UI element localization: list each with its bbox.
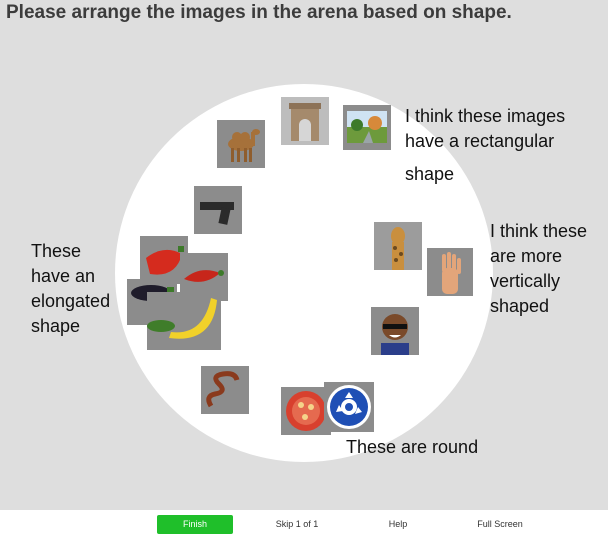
elongated-note-line1: These	[31, 241, 82, 261]
hand-image[interactable]	[427, 248, 473, 296]
roundabout-sign-image[interactable]	[324, 382, 374, 432]
arch-monument-image[interactable]	[281, 97, 329, 145]
elongated-note-line3: elongated	[31, 291, 111, 311]
landscape-image[interactable]	[343, 105, 391, 150]
rectangular-note-line1: I think these images	[405, 106, 566, 126]
banana-image[interactable]	[147, 292, 221, 350]
full-screen-button[interactable]: Full Screen	[468, 515, 532, 534]
rectangular-note-line3: shape	[405, 164, 455, 184]
snake-image[interactable]	[201, 366, 249, 414]
elongated-note-line2: have an	[31, 266, 96, 286]
finish-button[interactable]: Finish	[157, 515, 233, 534]
person-with-sunglasses-image[interactable]	[371, 307, 419, 355]
giraffe-image[interactable]	[374, 222, 422, 270]
task-instruction: Please arrange the images in the arena b…	[6, 2, 512, 23]
elongated-note-line4: shape	[31, 316, 81, 336]
help-button[interactable]: Help	[380, 515, 416, 534]
rectangular-note-line2: have a rectangular	[405, 131, 555, 151]
vertical-note-line2: are more	[490, 246, 563, 266]
skip-button[interactable]: Skip 1 of 1	[262, 515, 332, 534]
camel-image[interactable]	[217, 120, 265, 168]
vertical-note-line4: shaped	[490, 296, 550, 316]
vertical-note-line1: I think these	[490, 221, 588, 241]
vertical-note-line3: vertically	[490, 271, 561, 291]
pistol-image[interactable]	[194, 186, 242, 234]
round-note: These are round	[346, 437, 479, 457]
